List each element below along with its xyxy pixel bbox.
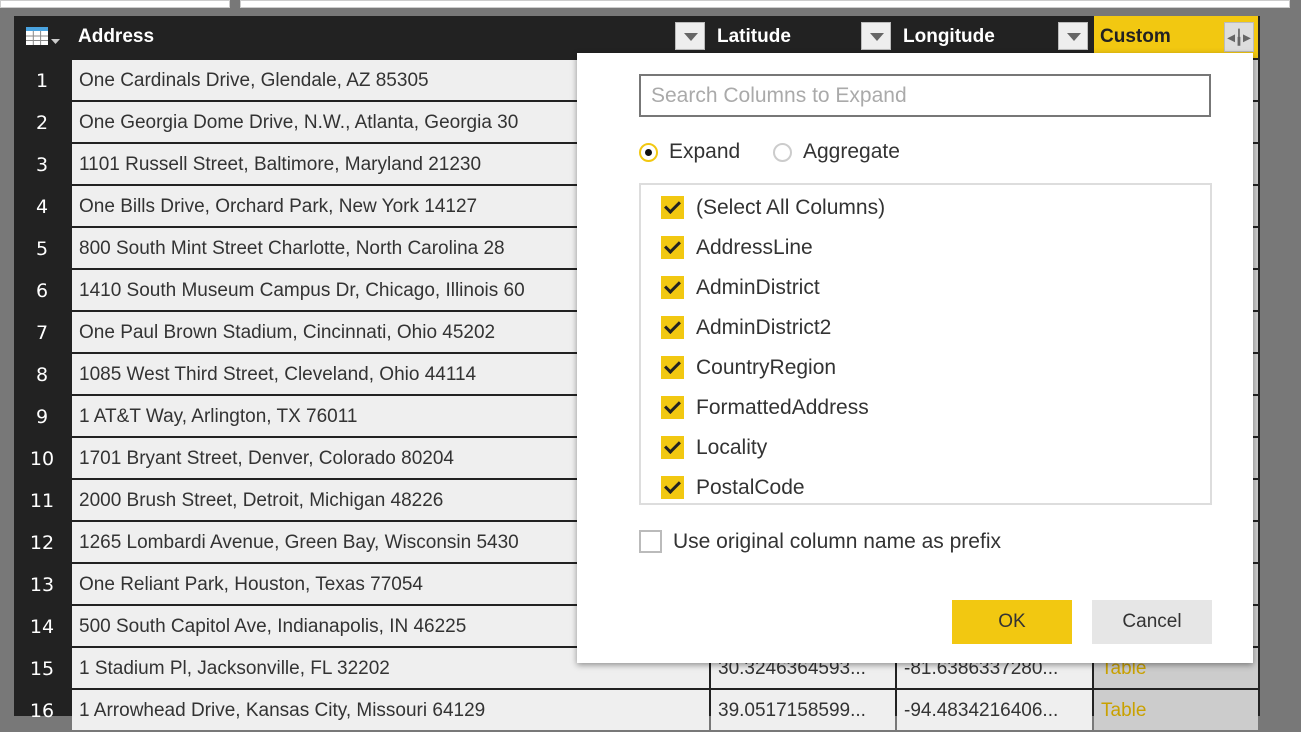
column-checkbox[interactable]: CountryRegion [661,353,836,383]
row-number: 6 [35,280,49,302]
address-cell[interactable]: 1 Arrowhead Drive, Kansas City, Missouri… [72,690,709,730]
row-number: 10 [29,448,55,470]
expand-columns-dialog: Expand Aggregate (Select All Columns) Add… [577,53,1253,663]
row-number: 15 [29,658,55,680]
row-number: 13 [29,574,55,596]
row-number: 7 [35,322,49,344]
checkbox-checked-icon [661,356,684,379]
checkbox-checked-icon [661,276,684,299]
radio-selected-icon [639,143,658,162]
column-checkbox[interactable]: AddressLine [661,233,813,263]
columns-list[interactable]: (Select All Columns) AddressLine AdminDist… [639,183,1212,505]
search-columns-input[interactable] [639,74,1211,117]
column-header-address[interactable]: Address [72,16,709,58]
checkbox-checked-icon [661,316,684,339]
filter-dropdown-icon[interactable] [861,22,891,50]
expand-column-icon[interactable]: ◂╽▸ [1224,22,1254,52]
checkbox-checked-icon [661,476,684,499]
row-number: 14 [29,616,55,638]
checkbox-checked-icon [661,396,684,419]
row-number: 5 [35,238,49,260]
formula-box-left[interactable] [0,0,230,8]
longitude-cell[interactable]: -94.4834216406... [897,690,1092,730]
column-checkbox[interactable]: AdminDistrict2 [661,313,831,343]
prefix-checkbox[interactable]: Use original column name as prefix [639,529,1001,555]
column-checkbox[interactable]: FormattedAddress [661,393,869,423]
checkbox-checked-icon [661,436,684,459]
table-menu-button[interactable] [14,16,70,58]
filter-dropdown-icon[interactable] [1058,22,1088,50]
expand-radio[interactable]: Expand [639,139,740,165]
column-header-custom[interactable]: Custom ◂╽▸ [1094,16,1258,58]
column-checkbox[interactable]: AdminDistrict [661,273,820,303]
row-number: 2 [35,112,49,134]
aggregate-radio[interactable]: Aggregate [773,139,900,165]
row-number: 4 [35,196,49,218]
table-icon [26,27,60,45]
column-header-longitude[interactable]: Longitude [897,16,1092,58]
column-checkbox[interactable]: Locality [661,433,767,463]
custom-cell[interactable]: Table [1094,690,1258,730]
column-checkbox[interactable]: PostalCode [661,473,805,503]
row-number: 11 [29,490,55,512]
row-number: 3 [35,154,49,176]
row-number: 16 [29,700,55,722]
radio-icon [773,143,792,162]
row-number: 9 [35,406,49,428]
latitude-cell[interactable]: 39.0517158599... [711,690,895,730]
checkbox-unchecked-icon [639,530,662,553]
formula-bar[interactable] [240,0,1290,8]
row-number: 1 [35,70,49,92]
checkbox-checked-icon [661,236,684,259]
ok-button[interactable]: OK [952,600,1072,644]
filter-dropdown-icon[interactable] [675,22,705,50]
row-number: 8 [35,364,49,386]
column-header-latitude[interactable]: Latitude [711,16,895,58]
column-checkbox[interactable]: (Select All Columns) [661,193,885,223]
cancel-button[interactable]: Cancel [1092,600,1212,644]
table-row[interactable]: 16 1 Arrowhead Drive, Kansas City, Misso… [14,690,1260,730]
checkbox-checked-icon [661,196,684,219]
row-number: 12 [29,532,55,554]
